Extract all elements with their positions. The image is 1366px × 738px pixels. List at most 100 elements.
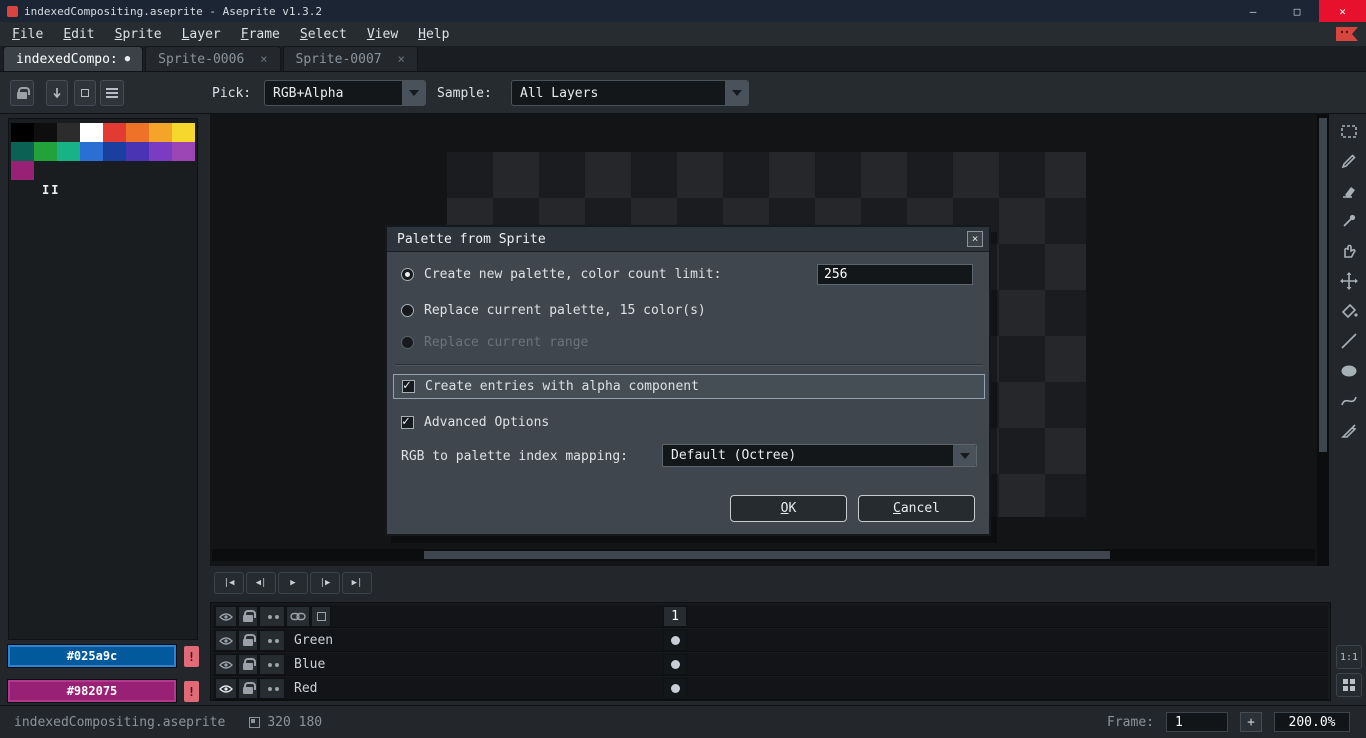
palette-swatch[interactable] (126, 123, 149, 142)
pick-dropdown[interactable]: RGB+Alpha (264, 80, 426, 106)
layer-visibility-toggle[interactable] (215, 630, 237, 651)
radio-create-new-palette[interactable]: Create new palette, color count limit: (401, 263, 721, 285)
timeline-lock-toggle[interactable] (238, 606, 258, 627)
vertical-scrollbar-thumb[interactable] (1319, 118, 1327, 452)
checkbox-advanced-options[interactable]: Advanced Options (401, 411, 549, 433)
minimize-button[interactable]: – (1231, 0, 1275, 22)
layer-continuous-toggle[interactable] (259, 654, 285, 675)
background-warning-icon[interactable]: ! (184, 681, 199, 702)
palette-swatch[interactable] (57, 142, 80, 161)
chevron-down-icon[interactable] (952, 445, 976, 466)
cel[interactable] (663, 678, 687, 699)
first-frame-button[interactable]: |◀ (214, 572, 244, 594)
pixel-ratio-button[interactable]: 1:1 (1336, 645, 1362, 669)
tab-sprite-0007[interactable]: Sprite-0007 × (282, 46, 418, 71)
add-frame-button[interactable]: + (1240, 712, 1262, 732)
palette-presets-button[interactable] (74, 80, 96, 106)
timeline-link-button[interactable] (286, 606, 310, 627)
paint-bucket-tool-icon[interactable] (1336, 298, 1362, 324)
layer-lock-toggle[interactable] (238, 678, 258, 699)
palette-swatch[interactable] (103, 142, 126, 161)
maximize-button[interactable]: □ (1275, 0, 1319, 22)
menu-sprite[interactable]: Sprite (105, 24, 172, 45)
cel[interactable] (663, 654, 687, 675)
ellipse-tool-icon[interactable] (1336, 358, 1362, 384)
layer-visibility-toggle[interactable] (215, 654, 237, 675)
tab-close-icon[interactable]: × (260, 52, 267, 66)
layer-continuous-toggle[interactable] (259, 630, 285, 651)
background-color-field[interactable]: #982075 (8, 680, 176, 702)
palette-options-button[interactable] (100, 80, 124, 106)
mapping-dropdown[interactable]: Default (Octree) (662, 444, 977, 467)
palette-swatch[interactable] (11, 142, 34, 161)
foreground-warning-icon[interactable]: ! (184, 646, 199, 667)
layer-lock-toggle[interactable] (238, 654, 258, 675)
color-count-limit-field[interactable] (817, 264, 973, 285)
tab-sprite-0006[interactable]: Sprite-0006 × (145, 46, 281, 71)
move-tool-icon[interactable] (1336, 268, 1362, 294)
palette-swatch[interactable] (103, 123, 126, 142)
timeline-eye-toggle[interactable] (215, 606, 237, 627)
line-tool-icon[interactable] (1336, 328, 1362, 354)
sample-dropdown[interactable]: All Layers (511, 80, 749, 106)
eraser-tool-icon[interactable] (1336, 178, 1362, 204)
ok-button[interactable]: OK (730, 495, 847, 522)
pencil-tool-icon[interactable] (1336, 148, 1362, 174)
slice-tool-icon[interactable] (1336, 418, 1362, 444)
palette-swatch[interactable] (80, 123, 103, 142)
palette-swatch[interactable] (126, 142, 149, 161)
contour-tool-icon[interactable] (1336, 388, 1362, 414)
palette-swatch[interactable] (34, 123, 57, 142)
eyedropper-tool-icon[interactable] (1336, 208, 1362, 234)
layer-name[interactable]: Blue (286, 653, 661, 675)
dialog-titlebar[interactable]: Palette from Sprite × (387, 227, 989, 252)
last-frame-button[interactable]: ▶| (342, 572, 372, 594)
checkbox-icon[interactable] (402, 378, 415, 393)
sort-palette-button[interactable] (46, 80, 68, 106)
timeline-cel-properties-button[interactable] (311, 606, 331, 627)
radio-icon[interactable] (401, 303, 414, 317)
tab-indexedcompositing[interactable]: indexedCompo: ● (3, 46, 144, 71)
checkbox-alpha-component[interactable]: Create entries with alpha component (393, 374, 985, 399)
palette-swatch[interactable] (172, 142, 195, 161)
chevron-down-icon[interactable] (401, 81, 425, 105)
layer-name[interactable]: Green (286, 629, 661, 651)
timeline-grid-button[interactable] (1336, 673, 1362, 697)
next-frame-button[interactable]: |▶ (310, 572, 340, 594)
palette-swatch[interactable] (57, 123, 80, 142)
palette-swatch[interactable] (149, 123, 172, 142)
menu-file[interactable]: File (2, 24, 53, 45)
play-button[interactable]: ▶ (278, 572, 308, 594)
palette-swatch[interactable] (11, 123, 34, 142)
palette-swatch[interactable] (11, 161, 34, 180)
horizontal-scrollbar-thumb[interactable] (424, 551, 1110, 559)
layer-visibility-toggle[interactable] (215, 678, 237, 699)
dialog-close-button[interactable]: × (967, 231, 983, 247)
menu-view[interactable]: View (357, 24, 408, 45)
palette-swatch[interactable] (80, 142, 103, 161)
menu-edit[interactable]: Edit (53, 24, 104, 45)
lock-palette-button[interactable] (10, 80, 34, 106)
menu-frame[interactable]: Frame (231, 24, 290, 45)
tab-close-icon[interactable]: × (398, 52, 405, 66)
rectangular-marquee-tool-icon[interactable] (1336, 118, 1362, 144)
menu-select[interactable]: Select (290, 24, 357, 45)
checkbox-icon[interactable] (401, 414, 414, 429)
frame-field[interactable]: 1 (1166, 712, 1228, 732)
radio-icon[interactable] (401, 267, 414, 281)
cancel-button[interactable]: Cancel (858, 495, 975, 522)
close-button[interactable]: ✕ (1319, 0, 1366, 22)
previous-frame-button[interactable]: ◀| (246, 572, 276, 594)
zoom-field[interactable]: 200.0% (1274, 712, 1350, 732)
palette-swatch[interactable] (149, 142, 172, 161)
foreground-color-field[interactable]: #025a9c (8, 645, 176, 667)
layer-lock-toggle[interactable] (238, 630, 258, 651)
radio-replace-current-palette[interactable]: Replace current palette, 15 color(s) (401, 299, 706, 321)
menu-layer[interactable]: Layer (172, 24, 231, 45)
palette-swatch[interactable] (172, 123, 195, 142)
layer-continuous-toggle[interactable] (259, 678, 285, 699)
hand-tool-icon[interactable] (1336, 238, 1362, 264)
menu-help[interactable]: Help (408, 24, 459, 45)
cel[interactable] (663, 630, 687, 651)
timeline-continuous-toggle[interactable] (259, 606, 285, 627)
